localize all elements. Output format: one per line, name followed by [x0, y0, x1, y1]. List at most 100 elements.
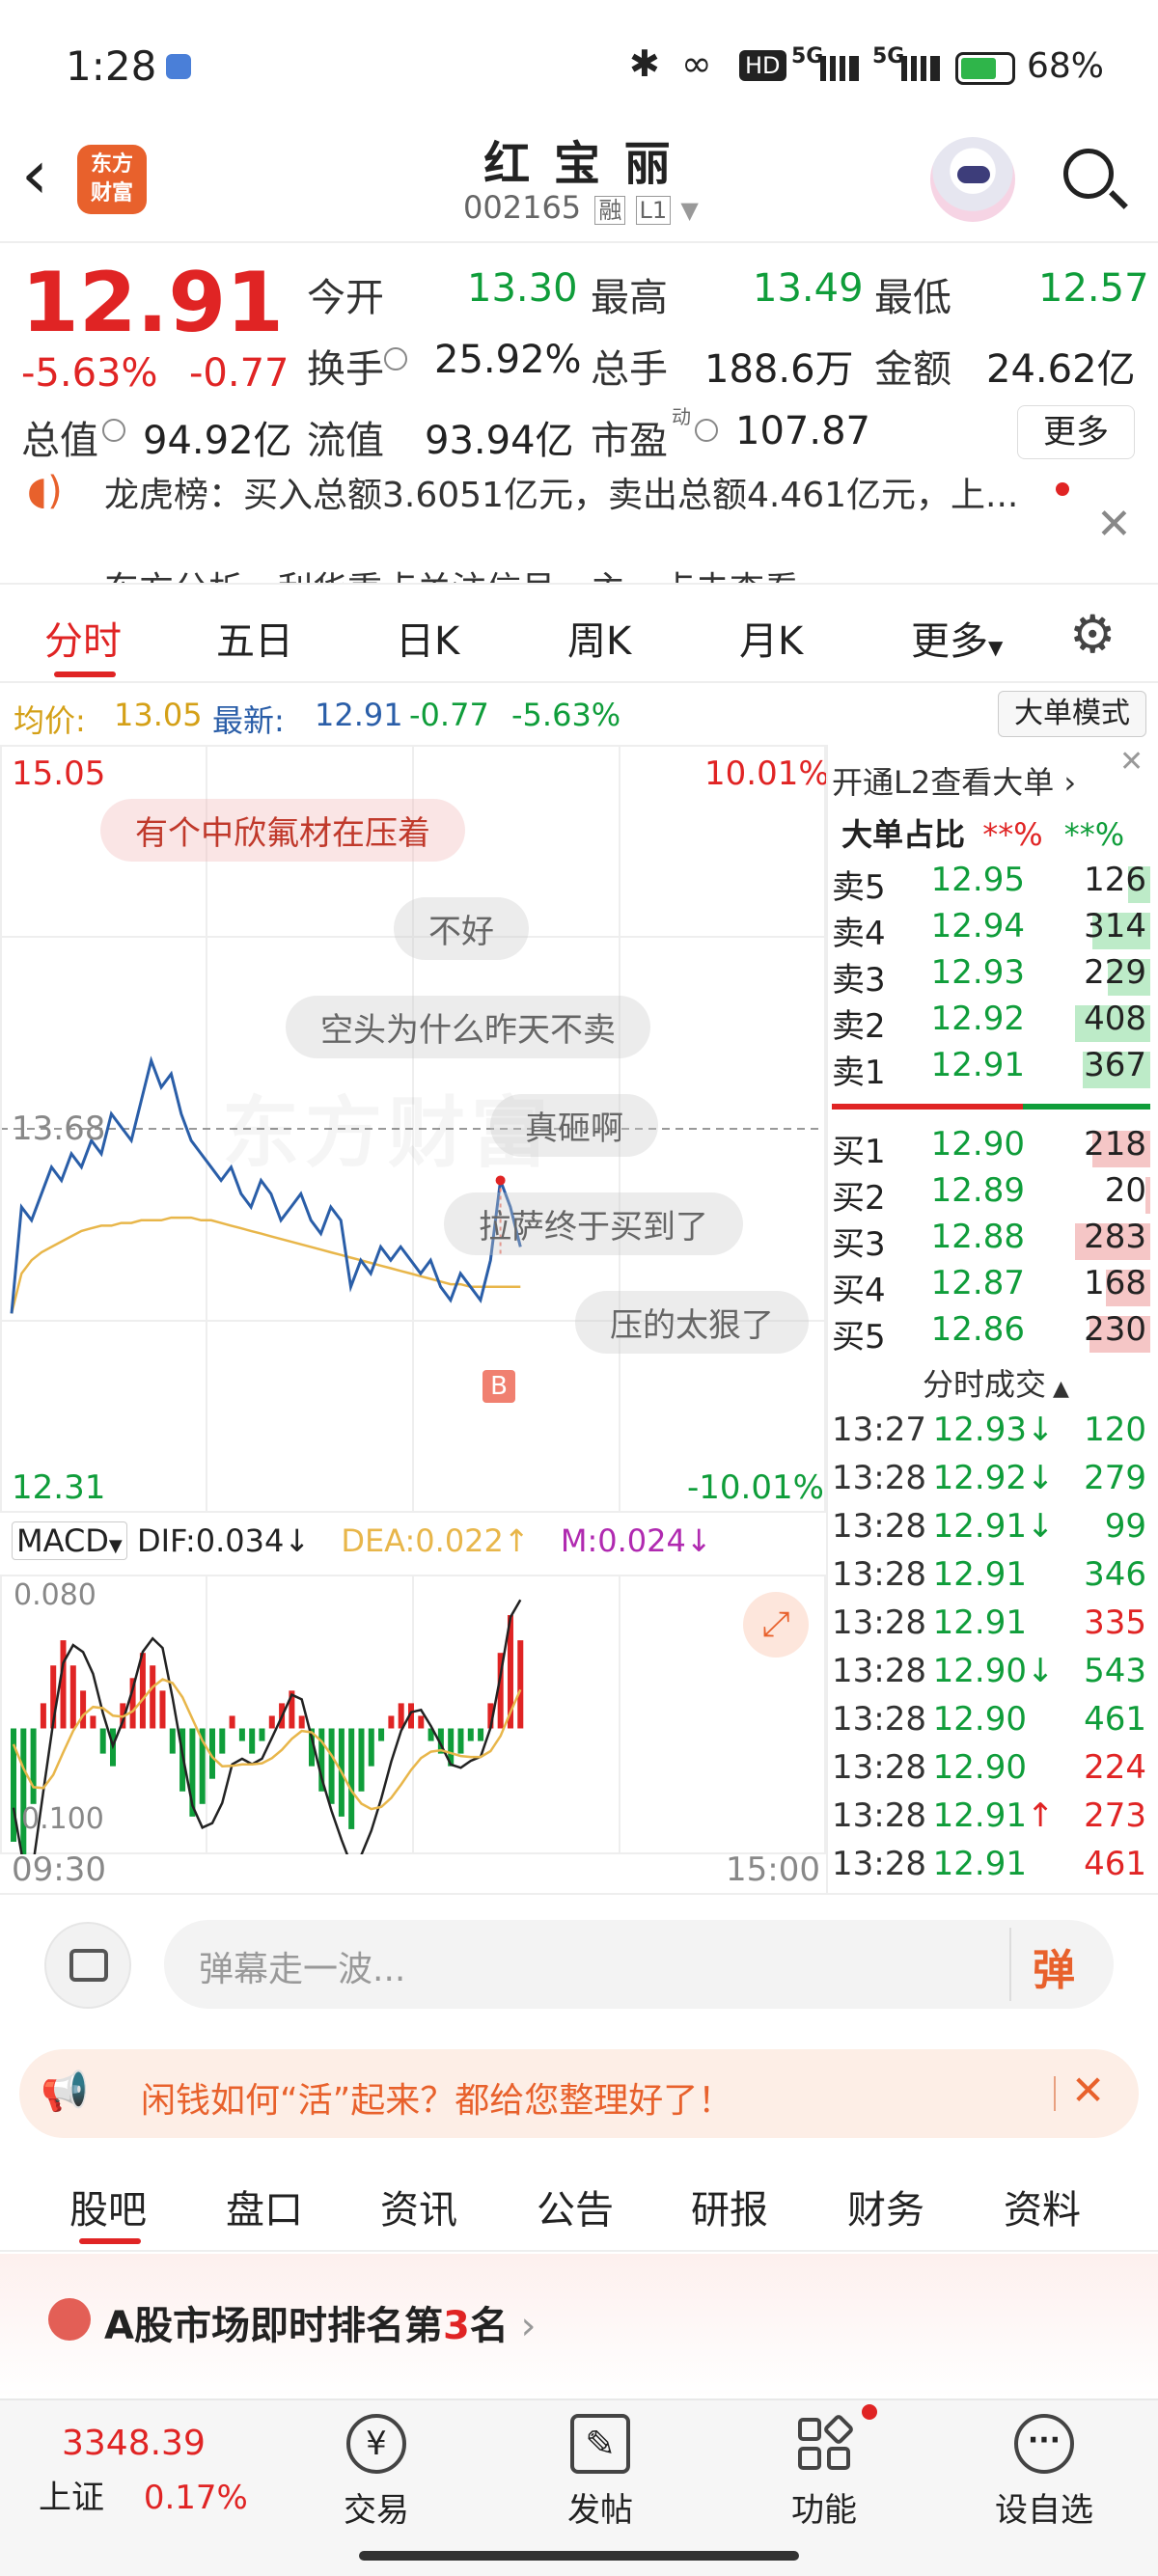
danmaku-bubble: 有个中欣氟材在压着	[100, 799, 465, 862]
bid-row: 买2 12.89 20	[832, 1171, 1150, 1218]
tab-monthly-k[interactable]: 月K	[739, 610, 803, 666]
tab-profile[interactable]: 资料	[1004, 2179, 1081, 2234]
high-label: 最高	[591, 276, 668, 320]
trade-price-wrap: 12.93↓	[933, 1411, 1055, 1449]
expand-icon[interactable]: ⤢	[743, 1592, 809, 1658]
quote-panel: 12.91 -5.63% -0.77 今开 13.30 最高 13.49 最低 …	[0, 243, 1158, 484]
tab-research[interactable]: 研报	[691, 2179, 768, 2234]
tab-guba[interactable]: 股吧	[69, 2179, 147, 2234]
macd-bar	[229, 1715, 235, 1729]
macd-dea: DEA:0.022	[341, 1522, 504, 1559]
macd-bar	[99, 1728, 106, 1754]
danmaku-bubble: 压的太狠了	[575, 1291, 809, 1354]
edit-icon: ✎	[570, 2414, 630, 2474]
danmaku-send-button[interactable]: 弹	[1033, 1935, 1075, 1997]
tab-active-underline	[79, 2238, 141, 2244]
tab-more-label: 更多	[911, 619, 988, 664]
ranking-card[interactable]: A股市场即时排名第3名 ›	[0, 2254, 1158, 2398]
trade-volume: 346	[1084, 1555, 1146, 1594]
nav-watchlist[interactable]: ··· 设自选	[986, 2414, 1102, 2531]
arrow-down-icon: ↓	[284, 1522, 311, 1559]
close-icon[interactable]: ✕	[1096, 500, 1132, 549]
tab-intraday[interactable]: 分时	[44, 610, 122, 666]
tab-finance[interactable]: 财务	[847, 2179, 924, 2234]
l2-promo[interactable]: 开通L2查看大单 ›	[832, 758, 1076, 803]
macd-bar	[388, 1715, 395, 1729]
index-widget[interactable]: 3348.39 上证 0.17%	[39, 2424, 270, 2518]
trade-time: 13:27	[832, 1411, 926, 1449]
yuan-exchange-icon: ¥	[346, 2414, 406, 2474]
close-icon[interactable]: ✕	[1119, 745, 1144, 779]
macd-bar	[418, 1715, 425, 1729]
trade-price: 12.91	[932, 1555, 1027, 1594]
l2-promo-text: 开通L2查看大单	[832, 764, 1055, 801]
tab-daily-k[interactable]: 日K	[396, 610, 459, 666]
danmaku-toggle-icon[interactable]	[44, 1922, 131, 2009]
ask-label: 卖1	[832, 1054, 886, 1092]
macd-bar	[368, 1728, 374, 1767]
macd-bar	[60, 1640, 67, 1729]
trade-direction-icon: ↓	[1027, 1507, 1055, 1546]
signal-bars-icon-1	[820, 56, 859, 81]
tab-news[interactable]: 资讯	[380, 2179, 457, 2234]
ask-price: 12.92	[930, 1000, 1025, 1038]
macd-bar	[268, 1715, 275, 1729]
trade-price-wrap: 12.90	[933, 1700, 1044, 1739]
stock-header: ‹ 东方 财富 红 宝 丽 002165 融 L1 ▼	[0, 116, 1158, 241]
gear-icon[interactable]: ⚙	[1069, 604, 1116, 665]
trade-price-wrap: 12.91	[933, 1603, 1044, 1642]
macd-dif: DIF:0.034	[136, 1522, 285, 1559]
content-tabs: 股吧 盘口 资讯 公告 研报 财务 资料	[0, 2157, 1158, 2252]
arrow-up-icon: ↑	[503, 1522, 530, 1559]
tab-more[interactable]: 更多▼	[911, 610, 1003, 666]
y-max-label: 15.05	[12, 754, 106, 793]
bid-label: 买3	[832, 1225, 886, 1264]
trade-volume: 543	[1084, 1652, 1146, 1690]
stock-code-line[interactable]: 002165 融 L1 ▼	[463, 189, 699, 226]
danmaku-input[interactable]: 弹幕走一波... 弹	[164, 1920, 1114, 2009]
tab-announcement[interactable]: 公告	[537, 2179, 614, 2234]
bid-volume: 168	[1084, 1264, 1146, 1302]
trade-price-wrap: 12.91	[933, 1845, 1044, 1883]
nav-post[interactable]: ✎ 发帖	[542, 2414, 658, 2531]
latest-label: 最新:	[212, 702, 285, 739]
trade-price: 12.91	[932, 1603, 1027, 1642]
news-ticker[interactable]: ◖) 龙虎榜：买入总额3.6051亿元，卖出总额4.461亿元，上... ✕ 东…	[0, 473, 1158, 585]
nav-functions[interactable]: 功能	[766, 2404, 882, 2531]
trade-price: 12.90	[932, 1652, 1027, 1690]
tab-weekly-k[interactable]: 周K	[567, 610, 631, 666]
turnover-info-icon	[384, 347, 407, 370]
tab-pankou[interactable]: 盘口	[226, 2179, 303, 2234]
macd-selector[interactable]: MACD▼	[12, 1521, 127, 1560]
chart-bottom-divider	[0, 1893, 1158, 1895]
ask-volume: 314	[1084, 907, 1146, 945]
tab-five-day[interactable]: 五日	[216, 610, 293, 666]
buy-marker[interactable]: B	[482, 1370, 515, 1403]
trades-title[interactable]: 分时成交 ▲	[923, 1360, 1069, 1405]
trade-volume: 99	[1104, 1507, 1146, 1546]
promo-banner[interactable]: 📢 闲钱如何“活”起来？都给您整理好了！ ✕	[19, 2049, 1139, 2138]
macd-panel[interactable]: MACD▼ DIF:0.034↓ DEA:0.022↑ M:0.024↓ 0.0…	[0, 1513, 826, 1893]
hd-badge: HD	[739, 50, 786, 81]
danmaku-placeholder: 弹幕走一波...	[199, 1950, 406, 1989]
more-button[interactable]: 更多	[1017, 405, 1135, 459]
status-time: 1:28	[66, 42, 157, 90]
y-min-label: 12.31	[12, 1468, 106, 1507]
avg-label: 均价:	[14, 702, 86, 739]
trade-direction-icon: ↓	[1027, 1411, 1055, 1449]
bid-price: 12.90	[930, 1125, 1025, 1164]
grid-icon	[794, 2404, 877, 2474]
bid-volume: 218	[1084, 1125, 1146, 1164]
search-icon[interactable]	[1060, 145, 1128, 212]
megaphone-icon: 📢	[41, 2069, 89, 2114]
macd-bar	[328, 1728, 335, 1804]
trade-row: 13:28 12.92↓ 279	[832, 1459, 1150, 1507]
big-order-mode-button[interactable]: 大单模式	[998, 691, 1146, 737]
macd-legend: MACD▼ DIF:0.034↓ DEA:0.022↑ M:0.024↓	[12, 1521, 712, 1560]
close-icon[interactable]: ✕	[1071, 2067, 1105, 2114]
ask-price: 12.93	[930, 953, 1025, 992]
nav-trade[interactable]: ¥ 交易	[318, 2414, 434, 2531]
bid-price: 12.86	[930, 1310, 1025, 1349]
robot-assistant-icon[interactable]	[930, 137, 1015, 222]
ranking-number: 3	[442, 2304, 470, 2348]
